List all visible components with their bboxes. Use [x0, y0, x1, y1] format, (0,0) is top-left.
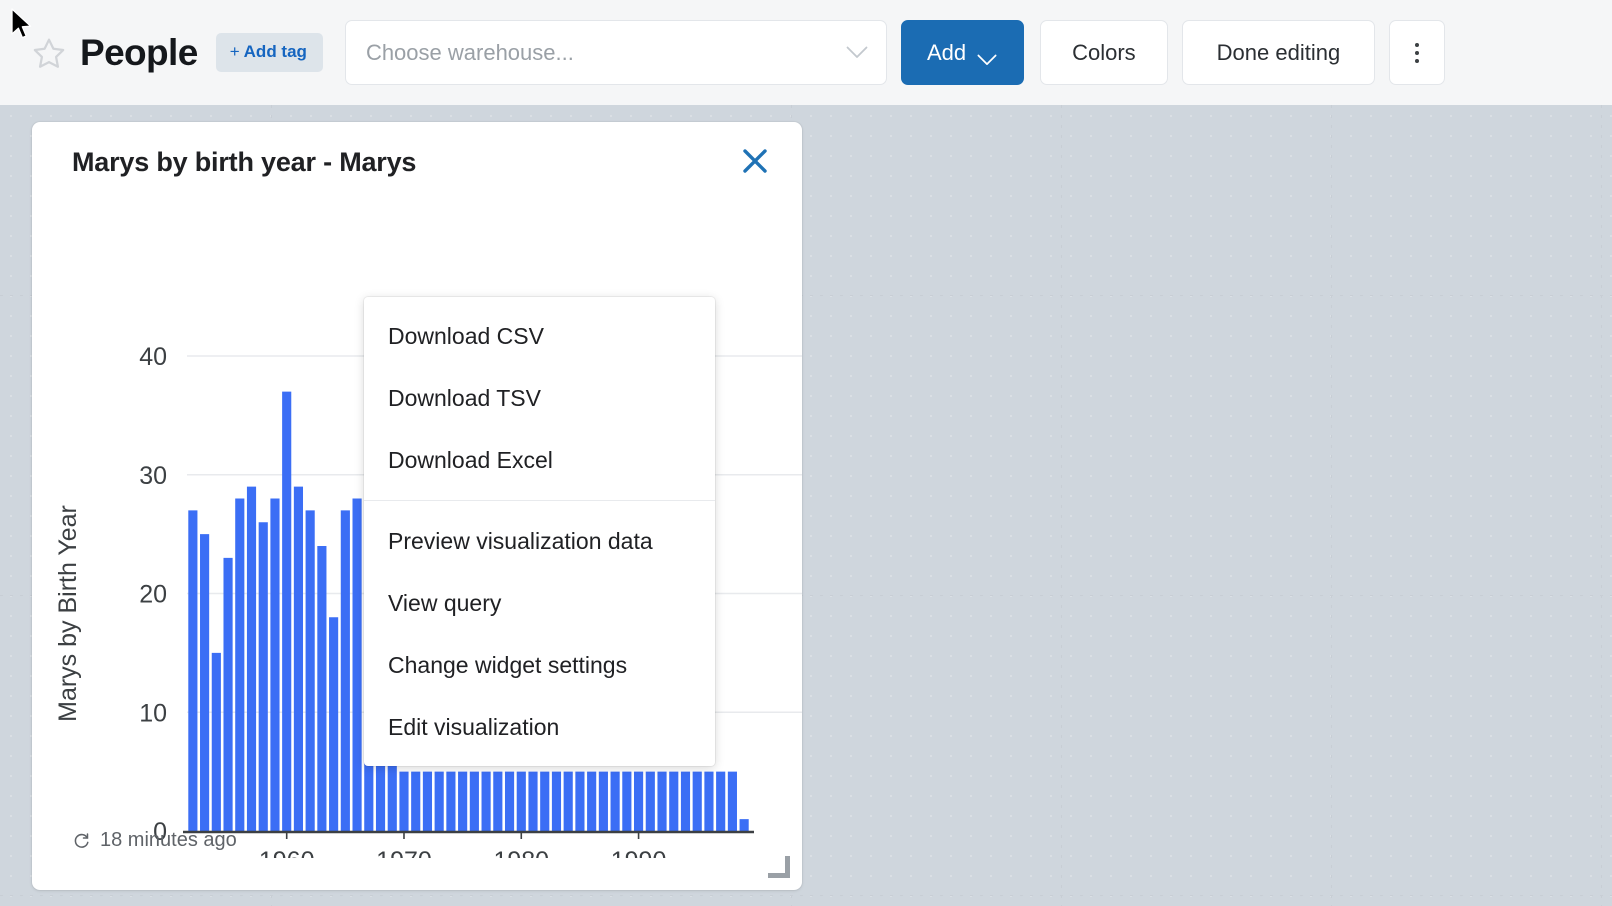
- bar[interactable]: [235, 499, 244, 832]
- close-icon[interactable]: [733, 139, 777, 183]
- bar[interactable]: [728, 772, 737, 831]
- menu-item-download-tsv[interactable]: Download TSV: [364, 367, 715, 429]
- bar[interactable]: [552, 772, 561, 831]
- bar[interactable]: [470, 772, 479, 831]
- bar[interactable]: [646, 772, 655, 831]
- bar[interactable]: [575, 772, 584, 831]
- bar[interactable]: [294, 487, 303, 831]
- bar[interactable]: [528, 772, 537, 831]
- y-axis-title: Marys by Birth Year: [54, 505, 82, 722]
- bar[interactable]: [270, 499, 279, 832]
- page-header: People +Add tag Choose warehouse... Add …: [0, 0, 1612, 105]
- bar[interactable]: [611, 772, 620, 831]
- bar[interactable]: [716, 772, 725, 831]
- y-tick-label: 20: [139, 581, 167, 609]
- bar[interactable]: [329, 617, 338, 831]
- bar[interactable]: [587, 772, 596, 831]
- y-tick-label: 40: [139, 343, 167, 371]
- menu-item-preview-visualization-data[interactable]: Preview visualization data: [364, 510, 715, 572]
- widget-title: Marys by birth year - Marys: [72, 147, 416, 178]
- x-tick-label: 1960: [259, 847, 315, 858]
- bar[interactable]: [411, 772, 420, 831]
- y-tick-label: 30: [139, 462, 167, 490]
- bar[interactable]: [200, 534, 209, 831]
- bar[interactable]: [317, 546, 326, 831]
- bar[interactable]: [657, 772, 666, 831]
- last-refreshed-label: 18 minutes ago: [100, 829, 237, 852]
- bar[interactable]: [599, 772, 608, 831]
- bar[interactable]: [352, 499, 361, 832]
- refresh-icon[interactable]: [72, 831, 91, 850]
- dashboard-app: People +Add tag Choose warehouse... Add …: [0, 0, 1612, 906]
- x-tick-label: 1990: [611, 847, 667, 858]
- bar[interactable]: [493, 772, 502, 831]
- y-tick-label: 10: [139, 699, 167, 727]
- menu-item-view-query[interactable]: View query: [364, 572, 715, 634]
- bar[interactable]: [740, 819, 749, 831]
- resize-handle-icon[interactable]: [768, 856, 790, 878]
- bar[interactable]: [693, 772, 702, 831]
- bar[interactable]: [435, 772, 444, 831]
- add-tag-button[interactable]: +Add tag: [216, 33, 323, 72]
- bar[interactable]: [282, 392, 291, 831]
- bar[interactable]: [482, 772, 491, 831]
- bar[interactable]: [622, 772, 631, 831]
- vertical-ellipsis-icon: [1415, 43, 1419, 63]
- chevron-down-icon: [846, 46, 868, 59]
- bar[interactable]: [505, 772, 514, 831]
- plus-icon: +: [230, 42, 240, 61]
- bar[interactable]: [399, 772, 408, 831]
- chevron-down-icon: [976, 46, 998, 59]
- bar[interactable]: [458, 772, 467, 831]
- more-options-button[interactable]: [1389, 20, 1445, 85]
- colors-button[interactable]: Colors: [1040, 20, 1168, 85]
- bar[interactable]: [669, 772, 678, 831]
- bar[interactable]: [446, 772, 455, 831]
- menu-item-download-excel[interactable]: Download Excel: [364, 429, 715, 491]
- add-button-label: Add: [927, 40, 966, 66]
- x-tick-label: 1980: [493, 847, 549, 858]
- done-editing-button[interactable]: Done editing: [1182, 20, 1376, 85]
- bar[interactable]: [212, 653, 221, 831]
- bar[interactable]: [681, 772, 690, 831]
- bar[interactable]: [306, 510, 315, 831]
- add-button[interactable]: Add: [901, 20, 1024, 85]
- bar[interactable]: [188, 510, 197, 831]
- warehouse-placeholder: Choose warehouse...: [366, 40, 574, 66]
- bar[interactable]: [704, 772, 713, 831]
- menu-item-change-widget-settings[interactable]: Change widget settings: [364, 634, 715, 696]
- bar[interactable]: [341, 510, 350, 831]
- bar[interactable]: [223, 558, 232, 831]
- widget-context-menu: Download CSVDownload TSVDownload Excel Pr…: [364, 297, 715, 766]
- bar[interactable]: [517, 772, 526, 831]
- bar[interactable]: [634, 772, 643, 831]
- bar[interactable]: [564, 772, 573, 831]
- menu-item-edit-visualization[interactable]: Edit visualization: [364, 696, 715, 758]
- menu-separator: [364, 500, 715, 501]
- bar[interactable]: [247, 487, 256, 831]
- bar[interactable]: [259, 522, 268, 831]
- x-tick-label: 1970: [376, 847, 432, 858]
- bar[interactable]: [540, 772, 549, 831]
- warehouse-select[interactable]: Choose warehouse...: [345, 20, 887, 85]
- dashboard-canvas: Marys by birth year - Marys 010203040196…: [0, 105, 1612, 906]
- widget-footer: 18 minutes ago: [72, 829, 237, 852]
- page-title: People: [80, 34, 198, 71]
- bar[interactable]: [423, 772, 432, 831]
- add-tag-label: Add tag: [244, 42, 307, 61]
- star-icon[interactable]: [32, 36, 66, 70]
- menu-item-download-csv[interactable]: Download CSV: [364, 305, 715, 367]
